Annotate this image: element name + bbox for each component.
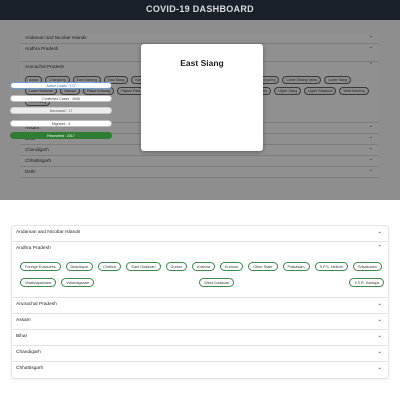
district-chip[interactable]: Kurnool [219,262,244,271]
accordion-label: Arunachal Pradesh [16,302,57,307]
accordion-expanded-view: Andaman and Nicobar Islands ⌄ Andhra Pra… [0,200,400,400]
district-chip[interactable]: Anantapur [65,262,94,271]
accordion-label: Andhra Pradesh [16,246,51,251]
recovered-stat: Recovered : 2417 [10,132,112,139]
chevron-down-icon: ⌄ [377,365,382,371]
chevron-up-icon: ⌃ [368,62,373,68]
district-chip[interactable]: Krishna [192,262,215,271]
district-chip-list: Foreign Evacuees Anantapur Chittoor East Go… [20,262,384,287]
accordion-item-bihar[interactable]: Bihar ⌄ [12,330,388,346]
app-title: COVID-19 DASHBOARD [146,4,254,14]
accordion-label: Assam [16,318,31,323]
accordion-label: Andaman and Nicobar Islands [16,230,81,235]
accordion-item-chandigarh[interactable]: Chandigarh ⌄ [12,346,388,362]
chevron-down-icon: ⌄ [377,317,382,323]
active-cases-stat: Active Cases : 172 [10,82,112,89]
chevron-down-icon: ⌄ [368,33,373,39]
accordion-label: Bihar [16,334,28,339]
accordion-item-andaman[interactable]: Andaman and Nicobar Islands ⌄ [20,33,378,44]
district-chip[interactable]: Other State [248,262,278,271]
chevron-down-icon: ⌄ [368,134,373,140]
chevron-up-icon: ⌃ [377,245,382,251]
district-chip[interactable]: Lower Dibang Valley [282,76,322,84]
chevron-down-icon: ⌄ [368,156,373,162]
district-chip[interactable]: Lower Siang [324,76,352,84]
district-chip[interactable]: West Godavari [199,278,235,287]
district-chip[interactable]: Srikakulam [352,262,382,271]
district-chip[interactable]: East Godavari [126,262,161,271]
district-chip[interactable]: West Kameng [339,87,369,95]
dashboard-with-modal: COVID-19 DASHBOARD Andaman and Nicobar I… [0,0,400,200]
modal-title: East Siang [180,58,224,68]
app-header: COVID-19 DASHBOARD [0,0,400,20]
district-chip[interactable]: Visakhapatnam [20,278,57,287]
accordion-item-chhattisgarh[interactable]: Chhattisgarh ⌄ [12,362,388,378]
chevron-down-icon: ⌄ [377,349,382,355]
chevron-down-icon: ⌄ [377,333,382,339]
accordion-item-arunachal[interactable]: Arunachal Pradesh ⌄ [12,298,388,314]
district-chip[interactable]: S.P.S. Nellore [314,262,348,271]
accordion-label: Delhi [25,168,36,174]
district-chip[interactable]: Upper Subansiri [304,87,337,95]
accordion-item-assam[interactable]: Assam ⌄ [12,314,388,330]
district-stats-modal: East Siang [141,44,263,151]
chevron-down-icon: ⌄ [368,123,373,129]
district-chip[interactable]: Foreign Evacuees [20,262,61,271]
deceased-stat: Deceased : 17 [10,107,112,114]
accordion-label: Chandigarh [25,146,49,152]
accordion-item-delhi[interactable]: Delhi ⌄ [20,167,378,178]
migrated-stat: Migrated : 0 [10,120,112,127]
district-chip[interactable]: Y.S.R. Kadapa [349,278,384,287]
chevron-down-icon: ⌄ [368,167,373,173]
accordion-label: Andaman and Nicobar Islands [25,34,87,40]
state-accordion: Andaman and Nicobar Islands ⌄ Andhra Pra… [11,225,389,379]
chevron-down-icon: ⌄ [377,301,382,307]
accordion-label: Arunachal Pradesh [25,63,65,69]
accordion-label: Andhra Pradesh [25,45,59,51]
accordion-label: Chhattisgarh [16,366,44,371]
chevron-down-icon: ⌄ [368,44,373,50]
district-chip[interactable]: Chittoor [98,262,122,271]
accordion-item-chhattisgarh[interactable]: Chhattisgarh ⌄ [20,156,378,167]
chevron-down-icon: ⌄ [368,145,373,151]
district-chip[interactable]: Upper Siang [274,87,302,95]
accordion-item-andaman[interactable]: Andaman and Nicobar Islands ⌄ [12,226,388,242]
accordion-label: Chandigarh [16,350,41,355]
accordion-label: Chhattisgarh [25,157,52,163]
accordion-item-andhra[interactable]: Andhra Pradesh ⌃ Foreign Evacuees Anantap… [12,242,388,298]
district-chip[interactable]: Prakasam [282,262,310,271]
district-chip[interactable]: Vizianagaram [61,278,95,287]
chevron-down-icon: ⌄ [377,229,382,235]
confirmed-cases-stat: Confirmed Cases : 2606 [10,95,112,102]
district-chip[interactable]: Guntur [165,262,188,271]
